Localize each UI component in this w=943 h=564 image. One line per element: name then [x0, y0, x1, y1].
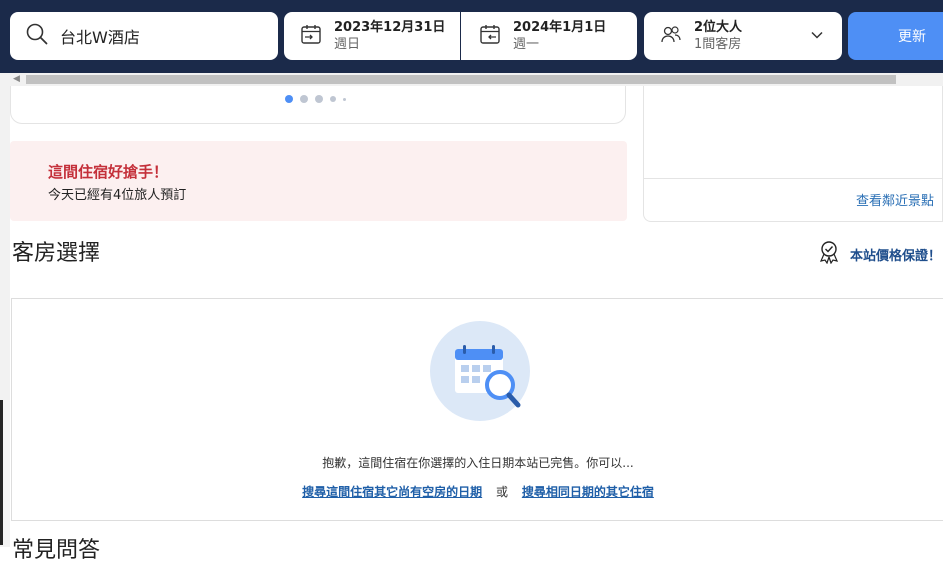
map-card: 查看鄰近景點 [643, 86, 943, 222]
price-guarantee-text: 本站價格保證！ [850, 248, 942, 264]
checkin-date: 2023年12月31日 [334, 20, 446, 35]
alert-message: 今天已經有4位旅人預訂 [48, 188, 187, 203]
sold-out-panel: 抱歉，這間住宿在你選擇的入住日期本站已完售。你可以... 搜尋這間住宿其它尚有空… [11, 298, 943, 521]
or-text: 或 [495, 485, 508, 499]
adults-count: 2位大人 [694, 20, 743, 35]
nearby-attractions-link[interactable]: 查看鄰近景點 [856, 190, 934, 209]
award-badge-icon [818, 240, 840, 268]
guests-selector[interactable]: 2位大人 1間客房 [644, 12, 842, 60]
alternative-links: 搜尋這間住宿其它尚有空房的日期 或 搜尋相同日期的其它住宿 [12, 483, 943, 500]
rooms-count: 1間客房 [694, 37, 742, 52]
price-guarantee-link[interactable]: 本站價格保證！ [818, 240, 941, 268]
divider [644, 178, 943, 179]
checkin-date-field[interactable]: 2023年12月31日 週日 [284, 12, 460, 60]
carousel-dot[interactable] [285, 95, 293, 103]
horizontal-scrollbar[interactable]: ◀ [10, 73, 943, 86]
chevron-down-icon [810, 27, 824, 46]
room-selection-heading: 客房選擇 [12, 241, 101, 266]
faq-heading: 常見問答 [12, 538, 101, 563]
calendar-checkin-icon [300, 23, 322, 49]
people-icon [660, 23, 682, 49]
photo-carousel-card [10, 86, 626, 124]
carousel-dot[interactable] [300, 95, 308, 103]
checkin-weekday: 週日 [334, 37, 361, 52]
calendar-search-icon [430, 321, 530, 425]
scrollbar-thumb[interactable] [26, 75, 896, 84]
checkout-date-field[interactable]: 2024年1月1日 週一 [461, 12, 637, 60]
carousel-dot[interactable] [315, 95, 323, 103]
search-icon [26, 23, 48, 49]
calendar-checkout-icon [479, 23, 501, 49]
search-other-hotels-link[interactable]: 搜尋相同日期的其它住宿 [522, 485, 654, 499]
update-button[interactable]: 更新 [848, 12, 943, 60]
carousel-dot[interactable] [343, 97, 346, 101]
destination-value: 台北W酒店 [60, 28, 140, 47]
sold-out-message: 抱歉，這間住宿在你選擇的入住日期本站已完售。你可以... [322, 456, 634, 470]
carousel-dot[interactable] [330, 96, 336, 102]
destination-input[interactable]: 台北W酒店 [10, 12, 278, 60]
alert-title: 這間住宿好搶手！ [48, 163, 169, 181]
left-edge-marker [0, 400, 3, 545]
popularity-alert: 這間住宿好搶手！ 今天已經有4位旅人預訂 [10, 141, 627, 221]
checkout-weekday: 週一 [513, 37, 540, 52]
search-other-dates-link[interactable]: 搜尋這間住宿其它尚有空房的日期 [302, 485, 482, 499]
scroll-left-arrow-icon[interactable]: ◀ [13, 73, 20, 86]
carousel-dots [285, 95, 346, 103]
checkout-date: 2024年1月1日 [513, 20, 607, 35]
search-bar: 台北W酒店 2023年12月31日 週日 2024年1月1日 週一 2位大人 1… [0, 0, 943, 73]
